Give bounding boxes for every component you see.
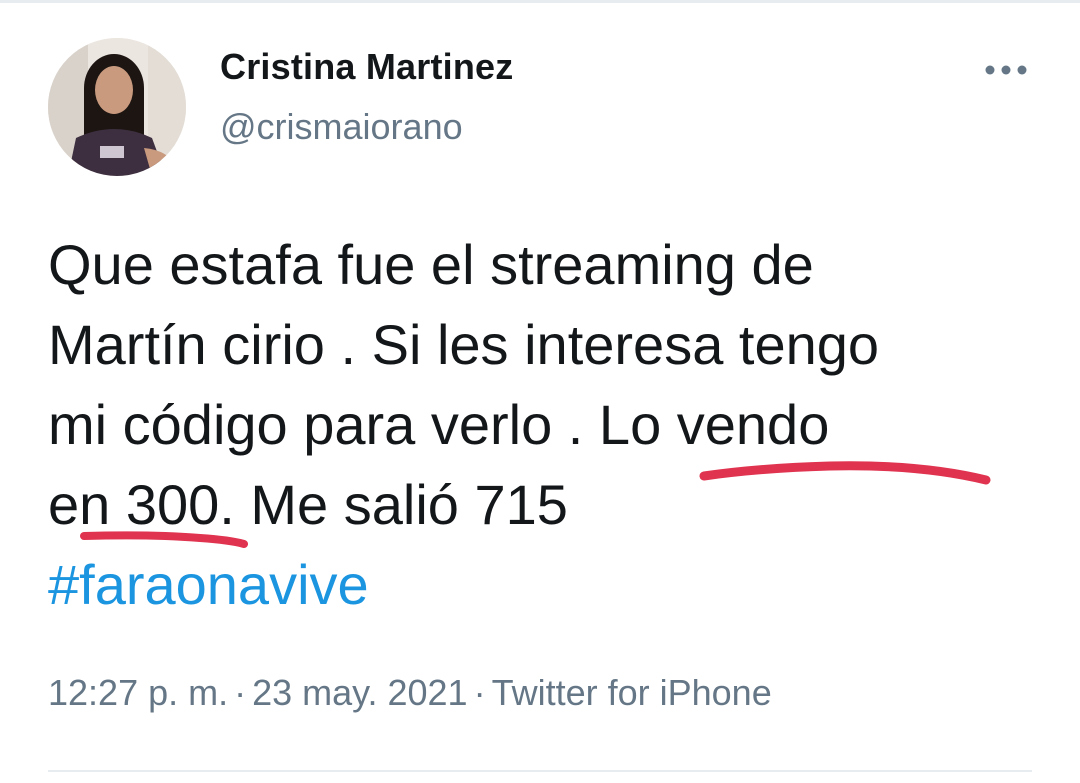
tweet-text: Que estafa fue el streaming de Martín ci… bbox=[48, 225, 1048, 625]
author-display-name[interactable]: Cristina Martinez bbox=[220, 46, 513, 88]
author-handle[interactable]: @crismaiorano bbox=[220, 106, 463, 148]
avatar[interactable] bbox=[48, 38, 186, 176]
tweet-text-line: en 300. Me salió 715 bbox=[48, 473, 568, 536]
tweet-text-line: Martín cirio . Si les interesa tengo bbox=[48, 313, 880, 376]
avatar-photo bbox=[48, 38, 186, 176]
meta-separator: · bbox=[234, 672, 247, 713]
hashtag-link[interactable]: #faraonavive bbox=[48, 553, 369, 616]
more-options-button[interactable] bbox=[982, 52, 1030, 88]
meta-separator: · bbox=[473, 672, 486, 713]
tweet-source[interactable]: Twitter for iPhone bbox=[492, 672, 772, 713]
tweet-text-line: Que estafa fue el streaming de bbox=[48, 233, 814, 296]
tweet-time[interactable]: 12:27 p. m. bbox=[48, 672, 228, 713]
tweet-text-line: mi código para verlo . Lo vendo bbox=[48, 393, 830, 456]
bottom-divider bbox=[48, 770, 1032, 772]
tweet-date[interactable]: 23 may. 2021 bbox=[252, 672, 467, 713]
more-horizontal-icon bbox=[985, 65, 1027, 75]
top-divider bbox=[0, 0, 1080, 3]
tweet-metadata: 12:27 p. m. · 23 may. 2021 · Twitter for iPh… bbox=[48, 672, 772, 714]
